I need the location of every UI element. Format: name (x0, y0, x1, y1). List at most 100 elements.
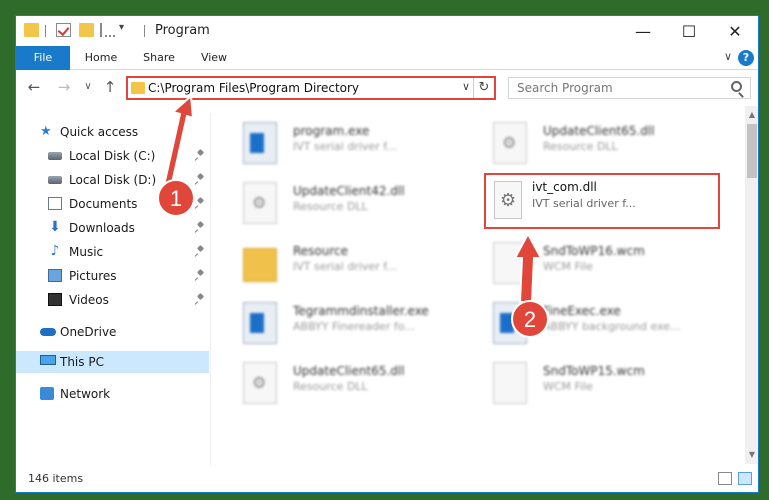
network-icon (40, 387, 54, 400)
properties-icon[interactable] (56, 23, 71, 37)
sidebar-item-local-disk-d[interactable]: Local Disk (D:) (16, 169, 209, 191)
navigation-bar: ← → ∨ ↑ C:\Program Files\Program Directo… (16, 71, 758, 105)
new-folder-icon[interactable] (79, 23, 94, 37)
sidebar-item-local-disk-c[interactable]: Local Disk (C:) (16, 145, 209, 167)
file-item[interactable]: program.exe IVT serial driver f... (221, 114, 461, 170)
dll-icon (243, 362, 277, 404)
sidebar-item-network[interactable]: Network (16, 383, 209, 405)
app-icon (243, 122, 277, 164)
file-description: Resource DLL (543, 140, 618, 153)
scroll-down-icon[interactable]: ▼ (745, 448, 758, 462)
file-description: ABBYY Finereader fo... (293, 320, 415, 333)
file-icon (493, 362, 527, 404)
pin-icon (196, 270, 204, 280)
file-item[interactable]: SndToWP15.wcm WCM File (471, 354, 711, 410)
file-item[interactable]: UpdateClient65.dll Resource DLL (221, 354, 461, 410)
status-bar: 146 items (16, 468, 758, 492)
view-options-icon[interactable] (100, 23, 115, 37)
ribbon-tabs: File Home Share View ∨ ? (16, 46, 758, 70)
sidebar-item-label: This PC (60, 355, 104, 369)
scrollbar-thumb[interactable] (747, 124, 757, 178)
file-icon (493, 242, 527, 284)
vertical-scrollbar[interactable]: ▲ ▼ (745, 106, 758, 464)
sidebar-item-label: Local Disk (C:) (69, 149, 156, 163)
file-description: IVT serial driver f... (532, 197, 636, 210)
highlighted-file-ivt-com-dll[interactable]: ivt_com.dll IVT serial driver f... (484, 173, 720, 229)
folder-icon (24, 23, 39, 37)
file-list: program.exe IVT serial driver f... Updat… (213, 106, 746, 461)
title-bar: ▾ Program — ☐ ✕ (16, 16, 758, 46)
close-button[interactable]: ✕ (712, 16, 758, 46)
file-item[interactable]: UpdateClient65.dll Resource DLL (471, 114, 711, 170)
file-name: UpdateClient42.dll (293, 184, 405, 198)
sidebar-item-documents[interactable]: Documents (16, 193, 209, 215)
pin-icon (196, 174, 204, 184)
navigation-pane: ★ Quick access Local Disk (C:) Local Dis… (16, 113, 211, 465)
file-item[interactable]: Resource IVT serial driver f... (221, 234, 461, 290)
customize-toolbar-icon[interactable]: ▾ (119, 22, 124, 33)
folder-icon (243, 248, 277, 282)
file-description: IVT serial driver f... (293, 140, 397, 153)
tab-home[interactable]: Home (78, 46, 124, 70)
pin-icon (196, 294, 204, 304)
sidebar-item-label: Pictures (69, 269, 117, 283)
dll-icon (493, 122, 527, 164)
folder-icon (131, 82, 145, 94)
tiles-view-icon[interactable] (738, 472, 752, 485)
recent-locations-button[interactable]: ∨ (78, 77, 98, 97)
forward-button[interactable]: → (54, 77, 74, 97)
details-view-icon[interactable] (718, 472, 732, 485)
ribbon-expand-icon[interactable]: ∨ (724, 50, 732, 63)
pin-icon (196, 150, 204, 160)
music-icon: ♪ (50, 243, 60, 259)
file-name: ivt_com.dll (532, 180, 597, 194)
sidebar-item-quick-access[interactable]: ★ Quick access (16, 121, 209, 143)
sidebar-item-this-pc[interactable]: This PC (16, 351, 209, 373)
file-item[interactable]: FineExec.exe ABBYY background exe... (471, 294, 711, 350)
sidebar-item-onedrive[interactable]: OneDrive (16, 321, 209, 343)
file-item[interactable]: Tegrammdinstaller.exe ABBYY Finereader f… (221, 294, 461, 350)
drive-icon (48, 152, 62, 160)
address-dropdown-icon[interactable]: ∨ (462, 80, 470, 93)
file-name: UpdateClient65.dll (543, 124, 655, 138)
file-description: Resource DLL (293, 200, 368, 213)
back-button[interactable]: ← (24, 77, 44, 97)
app-icon (243, 302, 277, 344)
file-name: program.exe (293, 124, 370, 138)
drive-icon (48, 176, 62, 184)
minimize-button[interactable]: — (620, 16, 666, 46)
file-name: SndToWP15.wcm (543, 364, 645, 378)
up-button[interactable]: ↑ (100, 77, 120, 97)
file-description: ABBYY background exe... (543, 320, 681, 333)
sidebar-item-label: Network (60, 387, 111, 401)
refresh-button[interactable]: ↻ (473, 78, 494, 98)
tab-file[interactable]: File (16, 46, 70, 70)
file-name: Tegrammdinstaller.exe (293, 304, 429, 318)
sidebar-item-label: Local Disk (D:) (69, 173, 157, 187)
address-bar[interactable]: C:\Program Files\Program Directory ∨ ↻ (126, 76, 496, 100)
dll-gear-icon (494, 181, 522, 219)
help-button[interactable]: ? (738, 50, 754, 66)
file-name: SndToWP16.wcm (543, 244, 645, 258)
file-name: Resource (293, 244, 349, 258)
sidebar-item-videos[interactable]: Videos (16, 289, 209, 311)
tab-share[interactable]: Share (136, 46, 182, 70)
app-icon (493, 302, 527, 344)
item-count: 146 items (28, 472, 84, 485)
search-placeholder: Search Program (517, 81, 613, 95)
search-input[interactable]: Search Program (508, 77, 751, 99)
maximize-button[interactable]: ☐ (666, 16, 712, 46)
file-item[interactable]: SndToWP16.wcm WCM File (471, 234, 711, 290)
sidebar-item-downloads[interactable]: ⬇ Downloads (16, 217, 209, 239)
file-description: WCM File (543, 380, 593, 393)
address-path[interactable]: C:\Program Files\Program Directory (148, 81, 359, 95)
sidebar-item-music[interactable]: ♪ Music (16, 241, 209, 263)
file-description: WCM File (543, 260, 593, 273)
sidebar-item-pictures[interactable]: Pictures (16, 265, 209, 287)
file-description: IVT serial driver f... (293, 260, 397, 273)
pictures-icon (48, 269, 62, 282)
tab-view[interactable]: View (192, 46, 236, 70)
file-item[interactable]: UpdateClient42.dll Resource DLL (221, 174, 461, 230)
scroll-up-icon[interactable]: ▲ (745, 108, 758, 122)
file-name: FineExec.exe (543, 304, 621, 318)
